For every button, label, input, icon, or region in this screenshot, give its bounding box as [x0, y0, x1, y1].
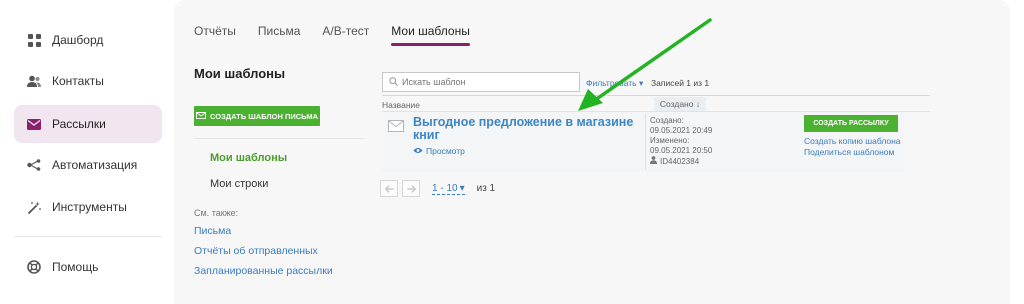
link-scheduled-mailings[interactable]: Запланированные рассылки: [194, 265, 333, 277]
pagination: 1 - 10 ▾ из 1: [380, 180, 495, 197]
sidebar-item-dashboard[interactable]: Дашборд: [14, 21, 162, 59]
changed-label: Изменено:: [650, 136, 690, 145]
sidebar-item-label: Помощь: [52, 260, 99, 274]
template-id: ID4402384: [650, 156, 712, 167]
sidebar-item-label: Инструменты: [52, 200, 127, 214]
share-template-link[interactable]: Поделиться шаблоном: [804, 147, 894, 157]
table-row: Выгодное предложение в магазине книг Про…: [382, 112, 904, 172]
caret-down-icon: ▾: [638, 78, 644, 88]
mail-outline-icon: [195, 111, 206, 121]
search-box[interactable]: [382, 72, 580, 92]
sidebar-item-contacts[interactable]: Контакты: [14, 62, 162, 100]
templates-side-panel: Мои шаблоны СОЗДАТЬ ШАБЛОН ПИСЬМА Мои ша…: [194, 66, 364, 277]
page-size-value: 1 - 10: [432, 182, 458, 194]
changed-date: 09.05.2021 20:50: [650, 146, 713, 155]
arrow-right-icon: [407, 180, 416, 198]
link-my-strings[interactable]: Мои строки: [210, 178, 268, 190]
search-input[interactable]: [402, 77, 572, 87]
main-panel: Отчёты Письма A/B-тест Мои шаблоны Мои ш…: [174, 0, 1010, 304]
page-title: Мои шаблоны: [194, 66, 286, 81]
sidebar-item-label: Дашборд: [52, 33, 104, 47]
column-header-name: Название: [382, 100, 420, 110]
link-sent-reports[interactable]: Отчёты об отправленных: [194, 245, 318, 257]
copy-template-link[interactable]: Создать копию шаблона: [804, 136, 901, 146]
create-mailing-button[interactable]: СОЗДАТЬ РАССЫЛКУ: [804, 115, 898, 132]
sidebar-item-tools[interactable]: Инструменты: [14, 188, 162, 226]
envelope-icon: [388, 119, 404, 137]
sort-created-button[interactable]: Создано ↓: [654, 97, 706, 111]
sidebar-item-mailings[interactable]: Рассылки: [14, 105, 162, 143]
sidebar-divider: [14, 236, 162, 237]
create-template-label: СОЗДАТЬ ШАБЛОН ПИСЬМА: [209, 111, 319, 121]
filter-dropdown[interactable]: Фильтровать ▾: [586, 78, 643, 89]
tab-my-templates[interactable]: Мои шаблоны: [391, 24, 470, 46]
caret-down-icon: ▾: [459, 182, 465, 194]
tab-reports[interactable]: Отчёты: [194, 24, 236, 38]
divider: [645, 114, 646, 170]
sidebar-item-help[interactable]: Помощь: [14, 248, 162, 286]
create-template-button[interactable]: СОЗДАТЬ ШАБЛОН ПИСЬМА: [194, 106, 320, 126]
magic-wand-icon: [26, 199, 42, 215]
sidebar: Дашборд Контакты Рассылки Автоматизация …: [0, 0, 172, 304]
tab-ab-test[interactable]: A/B-тест: [322, 24, 369, 38]
sidebar-item-label: Контакты: [52, 74, 104, 88]
mail-icon: [26, 116, 42, 132]
automation-icon: [26, 157, 42, 173]
tab-letters[interactable]: Письма: [258, 24, 301, 38]
eye-icon: [413, 146, 423, 156]
user-icon: [650, 156, 657, 167]
tab-bar: Отчёты Письма A/B-тест Мои шаблоны: [194, 24, 470, 46]
divider: [194, 138, 364, 139]
template-title-link[interactable]: Выгодное предложение в магазине книг: [413, 116, 643, 142]
sidebar-item-label: Автоматизация: [52, 158, 138, 172]
page-size-select[interactable]: 1 - 10 ▾: [432, 183, 465, 195]
contacts-icon: [26, 73, 42, 89]
prev-page-button[interactable]: [380, 180, 398, 197]
next-page-button[interactable]: [402, 180, 420, 197]
sidebar-item-label: Рассылки: [52, 117, 106, 131]
created-label: Создано:: [650, 116, 684, 125]
link-my-templates[interactable]: Мои шаблоны: [210, 152, 287, 164]
arrow-left-icon: [384, 180, 394, 198]
search-icon: [389, 73, 398, 91]
sidebar-item-automation[interactable]: Автоматизация: [14, 146, 162, 184]
help-icon: [26, 259, 42, 275]
link-letters[interactable]: Письма: [194, 225, 231, 237]
preview-link[interactable]: Просмотр: [413, 146, 465, 156]
page-total: из 1: [476, 183, 496, 194]
grid-icon: [26, 32, 42, 48]
filter-label: Фильтровать: [586, 78, 637, 88]
template-meta: Создано: 09.05.2021 20:49 Изменено: 09.0…: [650, 116, 712, 167]
see-also-label: См. также:: [194, 208, 239, 218]
divider: [382, 95, 930, 96]
preview-label: Просмотр: [426, 146, 465, 156]
template-id-value: ID4402384: [660, 156, 700, 166]
created-date: 09.05.2021 20:49: [650, 126, 713, 135]
records-count: Записей 1 из 1: [651, 78, 710, 88]
